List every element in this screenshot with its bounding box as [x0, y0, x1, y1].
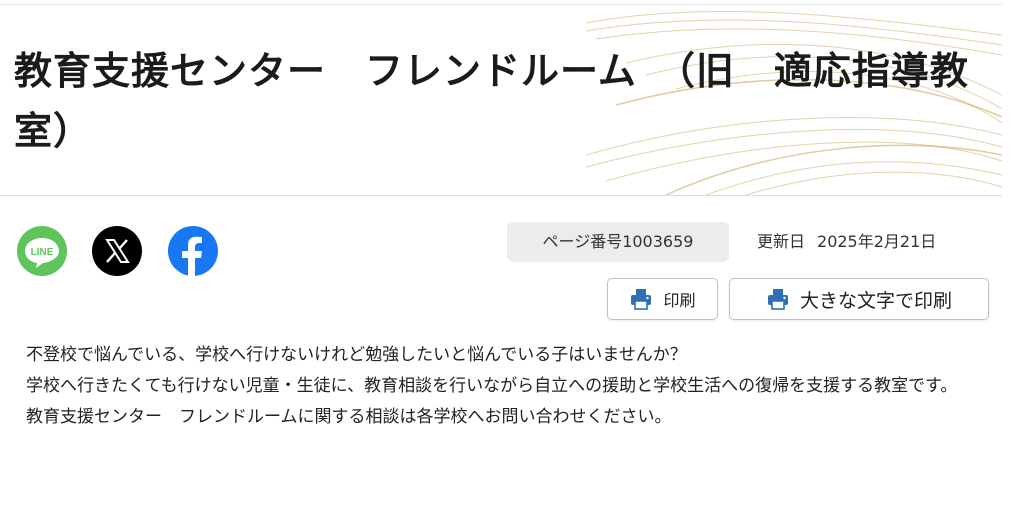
paragraph: 不登校で悩んでいる、学校へ行けないけれど勉強したいと悩んでいる子はいませんか？ [26, 345, 687, 365]
line-share-button[interactable]: LINE [17, 226, 67, 276]
page-number-badge: ページ番号1003659 [507, 222, 729, 262]
line-icon: LINE [25, 238, 59, 268]
page-title: 教育支援センター フレンドルーム （旧 適応指導教室） [14, 49, 969, 153]
x-share-button[interactable] [92, 226, 142, 276]
print-large-label: 大きな文字で印刷 [799, 290, 952, 312]
paragraph: 学校へ行きたくても行けない児童・生徒に、教育相談を行いながら自立への援助と学校生… [26, 376, 958, 396]
updated-info: 更新日 2025年2月21日 [757, 222, 936, 262]
intro-text: 不登校で悩んでいる、学校へ行けないけれど勉強したいと悩んでいる子はいませんか？ … [26, 340, 996, 433]
print-large-text-button[interactable]: 大きな文字で印刷 [729, 278, 989, 320]
paragraph: 教育支援センター フレンドルームに関する相談は各学校へお問い合わせください。 [26, 407, 672, 427]
printer-icon [767, 289, 788, 310]
updated-date: 2025年2月21日 [817, 232, 937, 251]
facebook-icon [182, 236, 202, 276]
line-label: LINE [31, 247, 54, 258]
updated-label: 更新日 [757, 232, 806, 251]
printer-icon [631, 289, 652, 310]
print-label: 印刷 [663, 293, 696, 310]
print-button[interactable]: 印刷 [607, 278, 718, 320]
x-icon [105, 239, 130, 263]
page-header: 教育支援センター フレンドルーム （旧 適応指導教室） [0, 4, 1002, 196]
facebook-share-button[interactable] [168, 226, 218, 276]
